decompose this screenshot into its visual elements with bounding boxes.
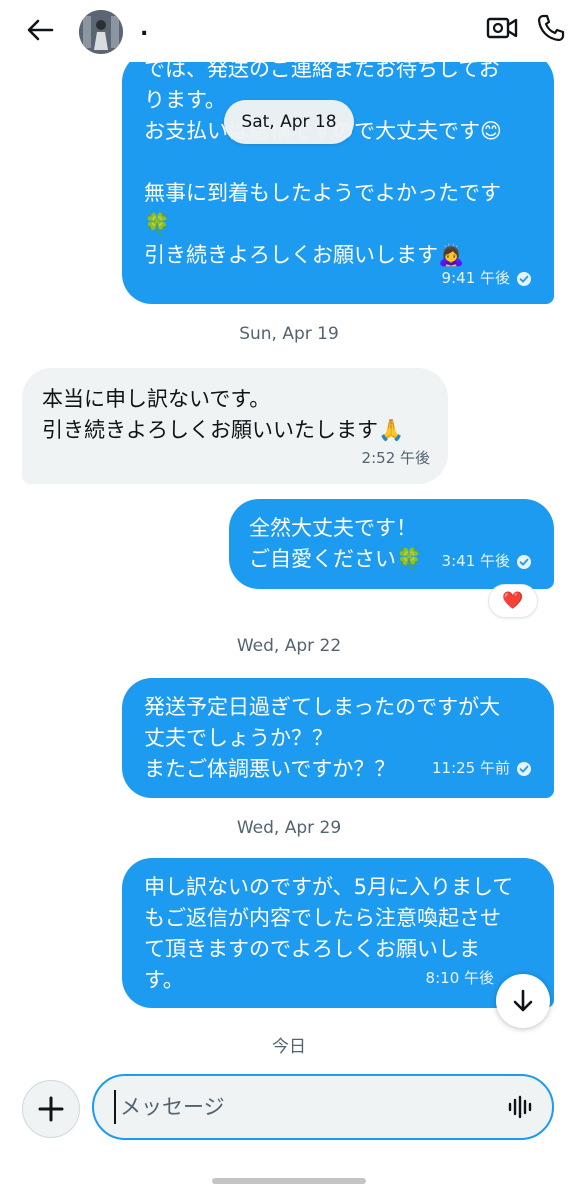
message-text: では、発送のご連絡またお待ちしてお (144, 62, 500, 81)
message-meta: 2:52 午後 (362, 443, 430, 474)
avatar-image (79, 10, 123, 54)
message-timestamp: 11:25 午前 (432, 759, 510, 777)
message-text: 丈夫でしょうか？？ (144, 726, 333, 750)
home-indicator[interactable] (212, 1178, 366, 1184)
date-separator: Wed, Apr 29 (236, 818, 342, 838)
video-call-button[interactable] (486, 13, 522, 45)
message-meta: 3:41 午後 (442, 546, 532, 577)
date-separator: 今日 (272, 1037, 306, 1057)
scroll-to-bottom-button[interactable] (496, 974, 550, 1028)
message-text: 全然大丈夫です！ (249, 516, 417, 540)
message-text: もご返信が内容でしたら注意喚起させ (144, 906, 501, 930)
message-list[interactable]: Sat, Apr 18 では、発送のご連絡またお待ちしてお ります。 お支払いは… (0, 62, 578, 1070)
read-check-icon (517, 761, 531, 776)
read-check-icon (517, 554, 531, 569)
message-meta: 11:25 午前 (432, 753, 532, 784)
add-attachment-button[interactable] (22, 1080, 80, 1138)
message-bubble-outgoing[interactable]: 発送予定日過ぎてしまったのですが大 丈夫でしょうか？？ またご体調悪いですか？？… (122, 678, 554, 798)
message-text: 申し訳ないのですが、5月に入りまして (144, 875, 514, 899)
heart-reaction[interactable]: ❤️ (488, 584, 538, 618)
phone-icon (537, 14, 565, 42)
message-meta: 9:41 午後 (442, 263, 532, 294)
video-camera-icon (486, 17, 518, 39)
message-bubble-incoming[interactable]: 本当に申し訳ないです。 引き続きよろしくお願いいたします🙏 2:52 午後 (22, 368, 448, 484)
message-timestamp: 2:52 午後 (361, 449, 430, 467)
message-text: 無事に到着もしたようでよかったです (144, 181, 501, 205)
message-text: 本当に申し訳ないです。 (42, 387, 271, 411)
message-text: 🍀 (144, 212, 171, 236)
arrow-down-icon (513, 989, 533, 1012)
message-input[interactable] (114, 1090, 494, 1124)
plus-icon (38, 1096, 64, 1122)
read-check-icon (517, 271, 531, 286)
message-text: ご自愛ください🍀 (249, 547, 423, 571)
arrow-left-icon (27, 19, 54, 41)
floating-date-label: Sat, Apr 18 (224, 100, 354, 144)
message-timestamp: 3:41 午後 (441, 552, 510, 570)
contact-name[interactable]: . (140, 16, 148, 41)
voice-call-button[interactable] (536, 13, 568, 45)
message-text: て頂きますのでよろしくお願いしま (144, 937, 480, 961)
date-separator: Sun, Apr 19 (239, 324, 339, 344)
voice-waveform-icon (508, 1095, 532, 1119)
avatar[interactable] (79, 10, 123, 54)
message-timestamp: 9:41 午後 (441, 269, 510, 287)
back-button[interactable] (22, 14, 58, 46)
message-input-container[interactable] (92, 1074, 554, 1140)
date-separator: Wed, Apr 22 (236, 636, 342, 656)
voice-message-button[interactable] (506, 1093, 534, 1121)
message-bubble-outgoing[interactable]: 申し訳ないのですが、5月に入りまして もご返信が内容でしたら注意喚起させ て頂き… (122, 858, 554, 1008)
message-composer (0, 1070, 578, 1150)
message-timestamp: 8:10 午後 (425, 969, 494, 987)
chat-header: . (0, 0, 578, 62)
message-meta: 8:10 午後 (426, 963, 494, 994)
message-text: 引き続きよろしくお願いいたします🙏 (42, 418, 405, 442)
heart-icon: ❤️ (502, 591, 524, 611)
message-bubble-outgoing[interactable]: では、発送のご連絡またお待ちしてお ります。 お支払いは結構ですので大丈夫です😊… (122, 62, 554, 304)
message-text (144, 147, 502, 178)
message-bubble-outgoing[interactable]: 全然大丈夫です！ ご自愛ください🍀 3:41 午後 (229, 499, 554, 589)
message-text: 発送予定日過ぎてしまったのですが大 (144, 695, 501, 719)
